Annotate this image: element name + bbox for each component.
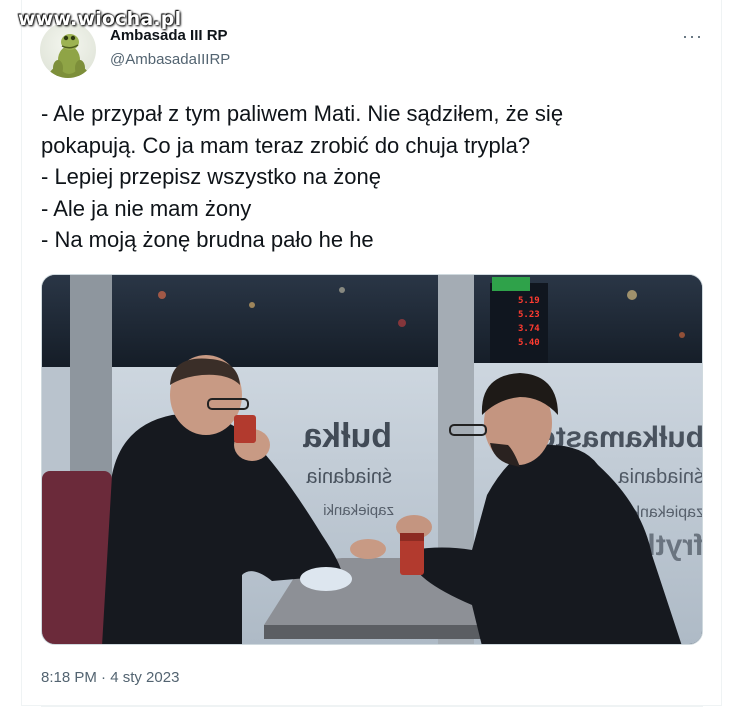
tweet-photo[interactable]: bułka śniadania zapiekanki bułkamaster ś… — [41, 274, 703, 645]
window-text-left: śniadania — [305, 466, 392, 488]
fuel-price: 5.40 — [518, 338, 540, 348]
frog-avatar-icon[interactable] — [40, 22, 96, 78]
tweet-timestamp[interactable]: 8:18 PM · 4 sty 2023 — [41, 669, 179, 686]
window-text-left: bułka — [302, 417, 392, 455]
divider — [41, 706, 703, 707]
window-text-left: zapiekanki — [323, 502, 394, 519]
tweet-line: - Ale ja nie mam żony — [41, 195, 252, 221]
tweet-line: pokapują. Co ja mam teraz zrobić do chuj… — [41, 132, 531, 158]
tweet-line: - Na moją żonę brudna pało he he — [41, 227, 374, 252]
fuel-price: 3.74 — [518, 324, 540, 334]
site-watermark: www.wiocha.pl — [18, 8, 182, 30]
photo-illustration: bułka śniadania zapiekanki bułkamaster ś… — [42, 275, 703, 644]
fuel-price: 5.23 — [518, 310, 540, 320]
fuel-price: 5.19 — [518, 296, 540, 306]
more-dots-icon[interactable]: ··· — [682, 26, 703, 47]
window-text-right: zapiekanki — [628, 504, 703, 521]
window-text-right: śniadania — [617, 466, 703, 488]
tweet-line: - Lepiej przepisz wszystko na żonę — [41, 164, 381, 189]
tweet-text: - Ale przypał z tym paliwem Mati. Nie są… — [41, 98, 711, 256]
tweet-line: - Ale przypał z tym paliwem Mati. Nie są… — [41, 101, 564, 126]
author-handle[interactable]: @AmbasadaIIIRP — [110, 51, 230, 68]
fuel-price-sign: 5.19 5.23 3.74 5.40 — [518, 294, 544, 350]
